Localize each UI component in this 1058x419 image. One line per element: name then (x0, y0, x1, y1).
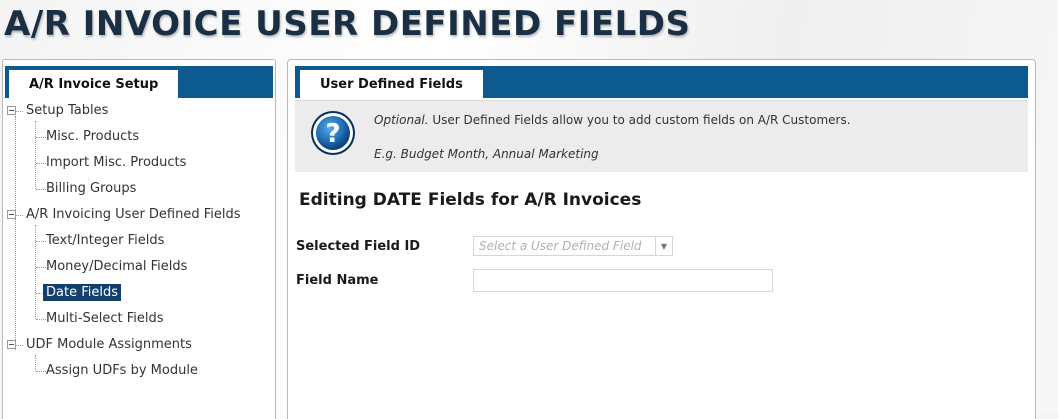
info-example: E.g. Budget Month, Annual Marketing (374, 147, 599, 161)
tree-node-ar-invoicing-udf[interactable]: A/R Invoicing User Defined Fields (23, 204, 244, 226)
user-defined-fields-panel: User Defined Fields ? Optional. User Def… (287, 59, 1036, 419)
tree-item-assign-udfs-by-module[interactable]: Assign UDFs by Module (43, 360, 201, 382)
field-name-input[interactable] (473, 269, 773, 292)
svg-text:?: ? (325, 119, 340, 149)
tree-collapse-icon[interactable] (7, 340, 16, 349)
question-mark-circle-icon: ? (311, 111, 355, 155)
setup-navigation-panel: A/R Invoice Setup Setup Tables Misc. Pro… (2, 59, 276, 419)
chevron-down-icon[interactable]: ▼ (655, 237, 672, 255)
tree-item-label[interactable]: Billing Groups (43, 180, 139, 197)
tree-item-label[interactable]: Misc. Products (43, 128, 142, 145)
section-title: Editing DATE Fields for A/R Invoices (299, 190, 642, 210)
select-placeholder: Select a User Defined Field (479, 239, 642, 253)
selected-field-id-label: Selected Field ID (296, 239, 421, 254)
tree-item-text-integer-fields[interactable]: Text/Integer Fields (43, 230, 167, 252)
tree-item-label[interactable]: Text/Integer Fields (43, 232, 167, 249)
tab-ar-invoice-setup[interactable]: A/R Invoice Setup (9, 70, 179, 98)
tree-node-udf-module-assignments[interactable]: UDF Module Assignments (23, 334, 195, 356)
info-description-text: User Defined Fields allow you to add cus… (428, 113, 851, 127)
tree-connector (16, 111, 23, 112)
tree-item-date-fields[interactable]: Date Fields (43, 282, 121, 304)
tree-connector (15, 116, 16, 350)
tree-connector (35, 355, 36, 371)
tree-connector (16, 345, 23, 346)
selected-field-id-select[interactable]: Select a User Defined Field ▼ (473, 236, 673, 256)
tree-connector (16, 215, 23, 216)
tree-node-label[interactable]: A/R Invoicing User Defined Fields (23, 206, 244, 223)
tree-connector (35, 121, 36, 189)
tree-item-import-misc-products[interactable]: Import Misc. Products (43, 152, 189, 174)
right-tab-bar: User Defined Fields (295, 66, 1028, 98)
tree-node-label[interactable]: UDF Module Assignments (23, 336, 195, 353)
info-optional-word: Optional. (374, 113, 429, 127)
tree-item-billing-groups[interactable]: Billing Groups (43, 178, 139, 200)
info-box: ? Optional. User Defined Fields allow yo… (295, 100, 1028, 172)
page-title: A/R INVOICE USER DEFINED FIELDS (4, 4, 691, 44)
left-tab-bar: A/R Invoice Setup (5, 66, 273, 98)
tree-item-label[interactable]: Multi-Select Fields (43, 310, 166, 327)
tree-collapse-icon[interactable] (7, 210, 16, 219)
tree-node-setup-tables[interactable]: Setup Tables (23, 100, 111, 122)
field-name-label: Field Name (296, 273, 379, 288)
tree-item-label[interactable]: Import Misc. Products (43, 154, 189, 171)
tree-node-label[interactable]: Setup Tables (23, 102, 111, 119)
tree-item-label[interactable]: Assign UDFs by Module (43, 362, 201, 379)
tab-user-defined-fields[interactable]: User Defined Fields (300, 70, 483, 98)
tree-item-label-selected[interactable]: Date Fields (43, 284, 121, 301)
tree-collapse-icon[interactable] (7, 106, 16, 115)
tree-item-misc-products[interactable]: Misc. Products (43, 126, 142, 148)
tree-item-money-decimal-fields[interactable]: Money/Decimal Fields (43, 256, 190, 278)
tree-connector (35, 225, 36, 319)
tree-item-label[interactable]: Money/Decimal Fields (43, 258, 190, 275)
info-description: Optional. User Defined Fields allow you … (374, 113, 851, 127)
tree-item-multi-select-fields[interactable]: Multi-Select Fields (43, 308, 166, 330)
